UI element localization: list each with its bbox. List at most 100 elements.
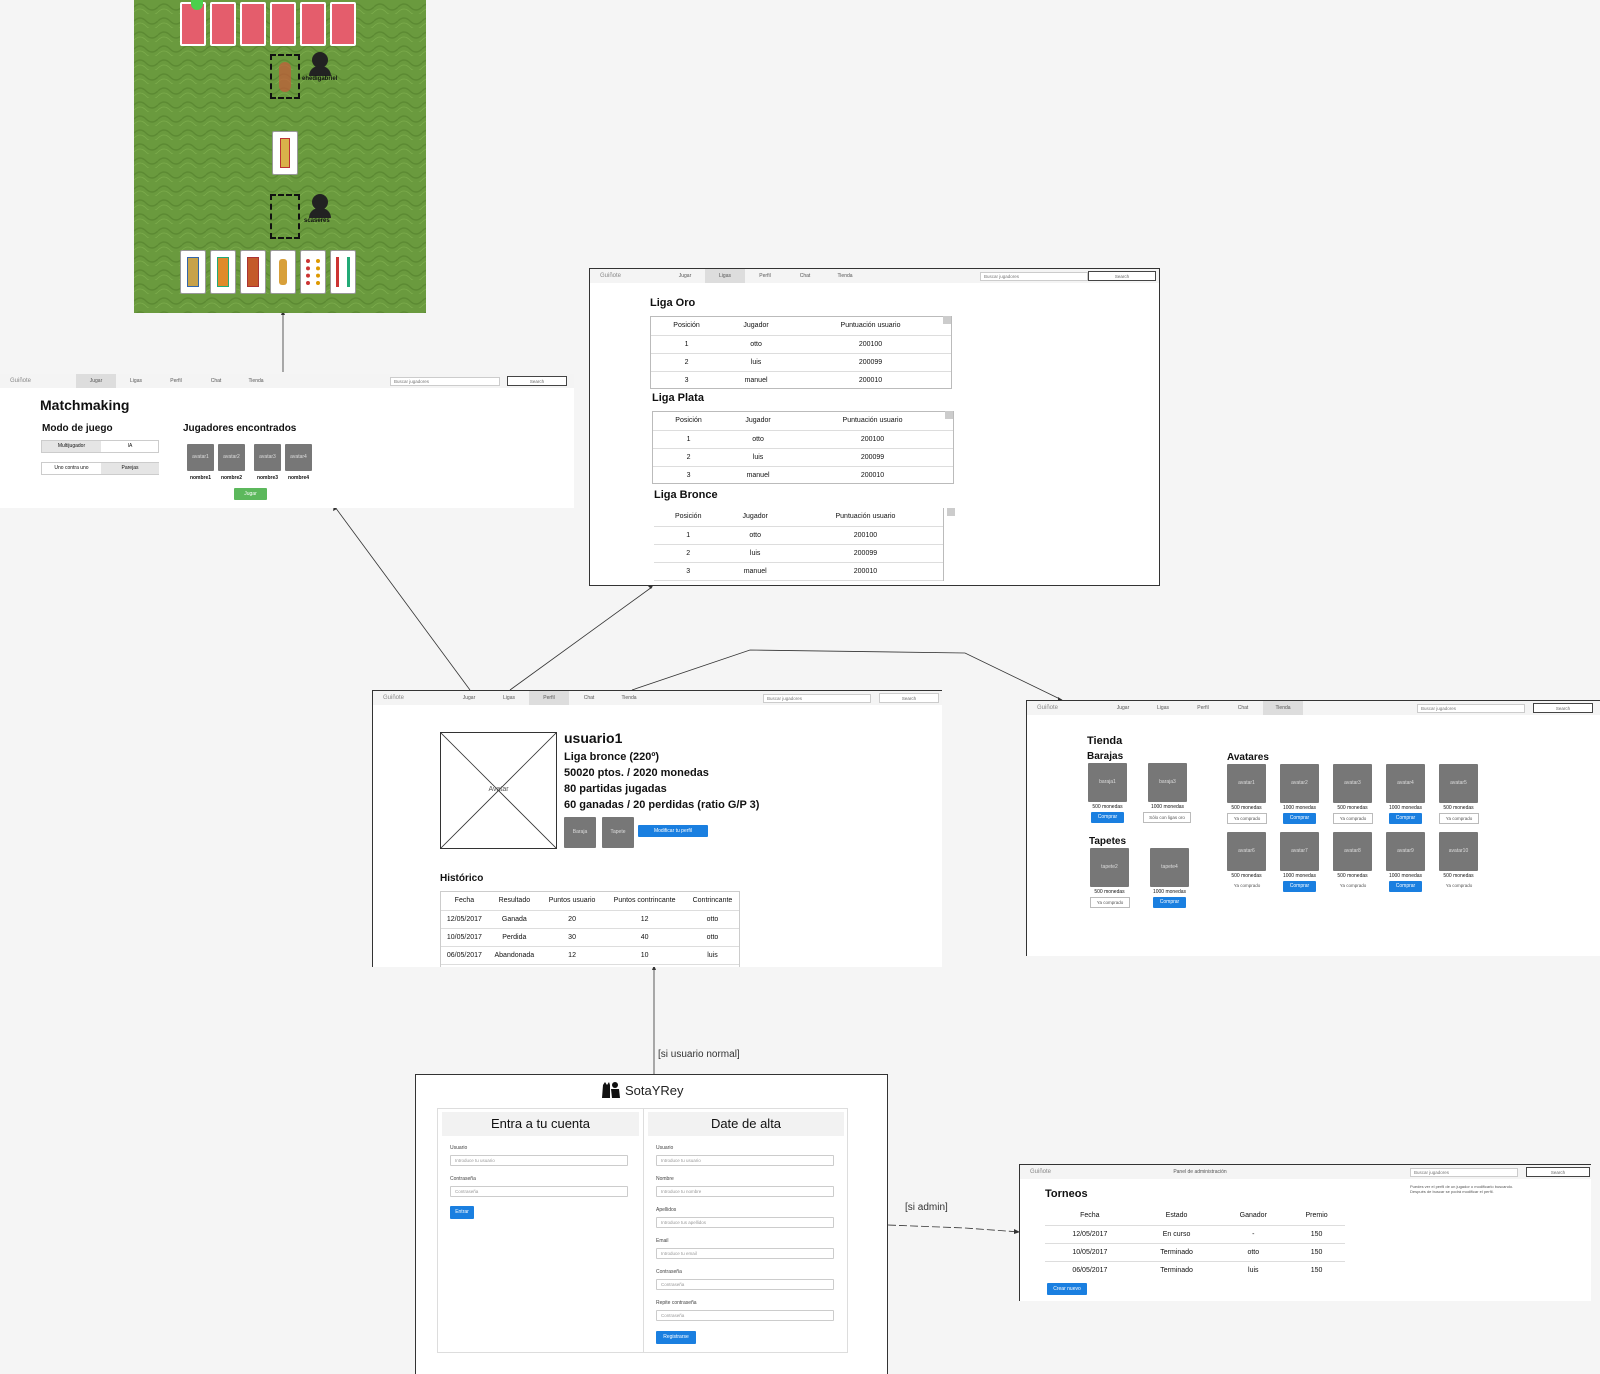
play-button[interactable]: Jugar	[234, 488, 267, 500]
search-button[interactable]: Search	[1088, 271, 1156, 281]
mode-multijugador[interactable]: Multijugador	[42, 441, 101, 452]
nav-ligas[interactable]: Ligas	[116, 374, 156, 388]
hand-card[interactable]	[330, 250, 356, 294]
nav-ligas[interactable]: Ligas	[705, 269, 745, 283]
search-button[interactable]: Search	[1526, 1167, 1590, 1177]
tapete-thumb[interactable]: Tapete	[602, 817, 634, 848]
table-row: 2 luis 200099	[654, 544, 943, 563]
player-name: nombre1	[189, 475, 212, 481]
brand[interactable]: Guiñote	[383, 695, 404, 701]
nav-perfil[interactable]: Perfil	[1183, 701, 1223, 715]
brand[interactable]: Guiñote	[1037, 705, 1058, 711]
username-input[interactable]: Introduce tu usuario	[450, 1155, 628, 1166]
games-played: 80 partidas jugadas	[564, 783, 667, 795]
nav-chat[interactable]: Chat	[1223, 701, 1263, 715]
navbar: Guiñote Jugar Ligas Perfil Chat Tienda B…	[590, 269, 1159, 283]
baraja-thumb[interactable]: Baraja	[564, 817, 596, 848]
owned-button[interactable]: Ya comprado	[1090, 897, 1130, 908]
signup-button[interactable]: Registrarse	[656, 1331, 696, 1344]
nav-admin-panel[interactable]: Panel de administración	[1160, 1165, 1240, 1179]
nav-jugar[interactable]: Jugar	[665, 269, 705, 283]
nav-tienda[interactable]: Tienda	[1263, 701, 1303, 715]
nav-jugar[interactable]: Jugar	[449, 691, 489, 705]
owned-button[interactable]: Ya comprado	[1227, 881, 1267, 892]
league-title-plata: Liga Plata	[652, 392, 704, 404]
nav-tienda[interactable]: Tienda	[236, 374, 276, 388]
nav-ligas[interactable]: Ligas	[489, 691, 529, 705]
search-input[interactable]: Buscar jugadores	[980, 272, 1088, 281]
mode-ia[interactable]: IA	[101, 441, 159, 452]
nav-perfil[interactable]: Perfil	[745, 269, 785, 283]
brand[interactable]: Guiñote	[600, 273, 621, 279]
owned-button[interactable]: Ya comprado	[1227, 813, 1267, 824]
buy-button[interactable]: Comprar	[1389, 881, 1422, 892]
item-thumb: avatar6	[1227, 832, 1266, 871]
scrollbar[interactable]	[947, 508, 955, 516]
item-price: 500 monedas	[1443, 805, 1474, 811]
opponent-card	[300, 2, 326, 46]
nav-jugar[interactable]: Jugar	[76, 374, 116, 388]
player-avatar: avatar3	[254, 444, 281, 471]
signup-email-input[interactable]: Introduce tu email	[656, 1248, 834, 1259]
create-tournament-button[interactable]: Crear nuevo	[1047, 1283, 1087, 1295]
mode-uno-contra-uno[interactable]: Uno contra uno	[42, 463, 101, 474]
search-input[interactable]: Buscar jugadores	[763, 694, 871, 703]
search-button[interactable]: Search	[1533, 703, 1593, 713]
search-input[interactable]: Buscar jugadores	[1417, 704, 1525, 713]
brand[interactable]: Guiñote	[10, 378, 31, 384]
signup-name-input[interactable]: Introduce tu nombre	[656, 1186, 834, 1197]
col-header: Jugador	[722, 508, 788, 527]
col-header: Contrincante	[685, 892, 739, 911]
signup-repeat-password-input[interactable]: Contraseña	[656, 1310, 834, 1321]
navbar: Guiñote Jugar Ligas Perfil Chat Tienda B…	[1027, 701, 1600, 715]
hand-card[interactable]	[270, 250, 296, 294]
scrollbar[interactable]	[943, 316, 951, 324]
signup-username-input[interactable]: Introduce tu usuario	[656, 1155, 834, 1166]
played-card-blur	[279, 62, 291, 92]
hand-card[interactable]	[240, 250, 266, 294]
buy-button[interactable]: Comprar	[1283, 881, 1316, 892]
buy-button[interactable]: Comprar	[1283, 813, 1316, 824]
nav-jugar[interactable]: Jugar	[1103, 701, 1143, 715]
search-input[interactable]: Buscar jugadores	[1410, 1168, 1518, 1177]
mode-title: Modo de juego	[42, 423, 113, 434]
hand-card[interactable]	[180, 250, 206, 294]
signup-password-input[interactable]: Contraseña	[656, 1279, 834, 1290]
hand-card[interactable]	[300, 250, 326, 294]
triumph-card	[272, 131, 298, 175]
mode-parejas[interactable]: Parejas	[101, 463, 159, 474]
search-button[interactable]: Search	[507, 376, 567, 386]
item-price: 500 monedas	[1094, 889, 1125, 895]
scrollbar[interactable]	[945, 411, 953, 419]
edit-profile-button[interactable]: Modificar tu perfil	[638, 825, 708, 837]
buy-button[interactable]: Comprar	[1389, 813, 1422, 824]
page-title: Tienda	[1087, 735, 1123, 747]
nav-perfil[interactable]: Perfil	[156, 374, 196, 388]
king-and-jack-icon	[602, 1082, 620, 1098]
nav-chat[interactable]: Chat	[785, 269, 825, 283]
search-input[interactable]: Buscar jugadores	[390, 377, 500, 386]
owned-button[interactable]: Ya comprado	[1439, 813, 1479, 824]
connector-profile-to-ligas	[509, 586, 653, 691]
buy-button[interactable]: Comprar	[1153, 897, 1186, 908]
nav-chat[interactable]: Chat	[569, 691, 609, 705]
login-button[interactable]: Entrar	[450, 1206, 474, 1219]
owned-button[interactable]: Ya comprado	[1439, 881, 1479, 892]
password-input[interactable]: Contraseña	[450, 1186, 628, 1197]
nav-ligas[interactable]: Ligas	[1143, 701, 1183, 715]
signup-surname-input[interactable]: Introduce tus apellidos	[656, 1217, 834, 1228]
owned-button[interactable]: Ya comprado	[1333, 813, 1373, 824]
nav-tienda[interactable]: Tienda	[825, 269, 865, 283]
nav-chat[interactable]: Chat	[196, 374, 236, 388]
table-row: 1 otto 200100	[653, 430, 953, 449]
nav-tienda[interactable]: Tienda	[609, 691, 649, 705]
buy-button[interactable]: Comprar	[1091, 812, 1124, 823]
hand-card[interactable]	[210, 250, 236, 294]
nav-perfil[interactable]: Perfil	[529, 691, 569, 705]
search-button[interactable]: Search	[879, 693, 939, 703]
locked-button[interactable]: Sólo con ligas oro	[1143, 812, 1191, 823]
brand[interactable]: Guiñote	[1030, 1169, 1051, 1175]
item-price: 1000 monedas	[1152, 889, 1187, 895]
item-price: 1000 monedas	[1388, 805, 1423, 811]
owned-button[interactable]: Ya comprado	[1333, 881, 1373, 892]
